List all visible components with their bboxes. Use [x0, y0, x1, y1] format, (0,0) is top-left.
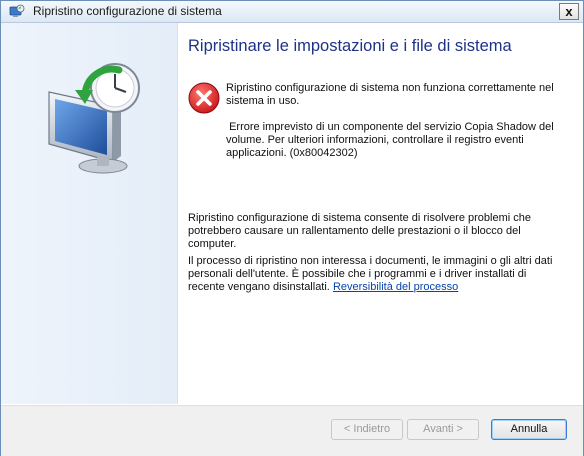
page-title: Ripristinare le impostazioni e i file di… [188, 37, 512, 55]
monitor-clock-restore-icon [48, 63, 140, 174]
error-details: Errore imprevisto di un componente del s… [226, 121, 557, 159]
sidebar-panel [1, 23, 178, 404]
system-restore-icon [9, 4, 25, 17]
title-bar: Ripristino configurazione di sistema x [1, 1, 583, 23]
main-content: Ripristinare le impostazioni e i file di… [178, 23, 583, 404]
button-bar: < Indietro Avanti > Annulla [1, 405, 583, 456]
next-button[interactable]: Avanti > [407, 419, 479, 440]
info-paragraph-2: Il processo di ripristino non interessa … [188, 255, 556, 294]
close-button[interactable]: x [559, 3, 579, 20]
error-message: Ripristino configurazione di sistema non… [226, 82, 554, 107]
back-button[interactable]: < Indietro [331, 419, 403, 440]
system-restore-window: Ripristino configurazione di sistema x R… [0, 0, 584, 456]
error-icon [188, 82, 220, 114]
window-title: Ripristino configurazione di sistema [33, 4, 222, 18]
info-paragraph-1: Ripristino configurazione di sistema con… [188, 212, 531, 250]
reversibility-link[interactable]: Reversibilità del processo [333, 281, 458, 293]
cancel-button[interactable]: Annulla [491, 419, 567, 440]
